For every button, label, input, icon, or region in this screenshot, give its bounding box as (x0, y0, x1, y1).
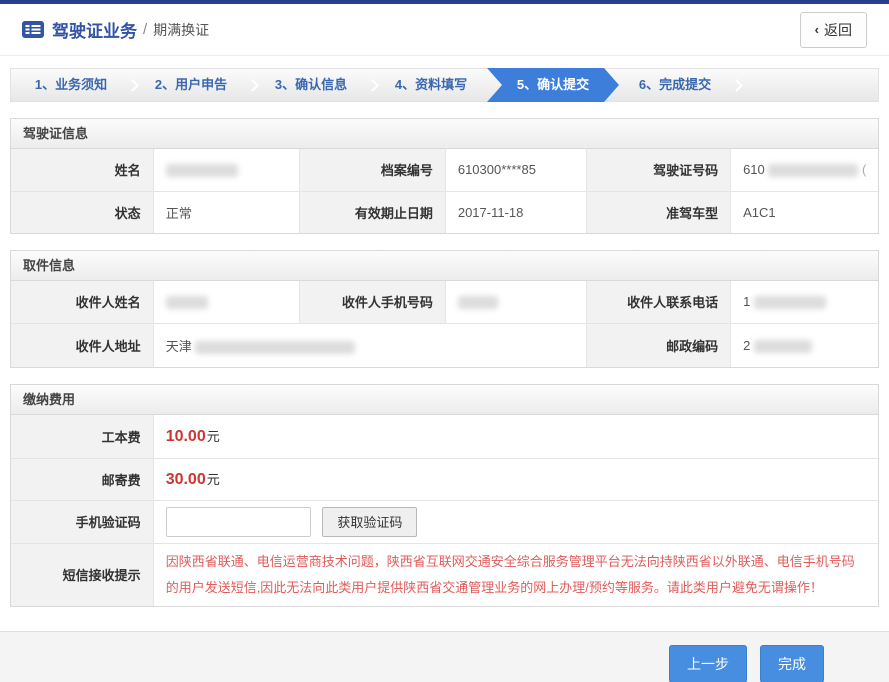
masked-contact-phone (754, 296, 826, 309)
table-row: 短信接收提示 因陕西省联通、电信运营商技术问题，陕西省互联网交通安全综合服务管理… (11, 543, 878, 606)
wizard-step-bar: 1、业务须知 2、用户申告 3、确认信息 4、资料填写 5、确认提交 6、完成提… (10, 68, 879, 102)
sms-code-input[interactable] (166, 507, 311, 537)
address-value: 天津 (153, 323, 586, 367)
back-button[interactable]: ‹ 返回 (800, 12, 867, 48)
license-number-suffix: ( (862, 162, 866, 177)
name-value (153, 149, 300, 191)
pickup-section-title: 取件信息 (11, 251, 878, 281)
license-section-title: 驾驶证信息 (11, 119, 878, 149)
license-number-label: 驾驶证号码 (587, 149, 731, 191)
step-4-fill-data[interactable]: 4、资料填写 (371, 68, 491, 102)
fees-section: 缴纳费用 工本费 10.00元 邮寄费 30.00元 手机验证码 获取验证码 短… (10, 384, 879, 607)
production-fee-value: 10.00元 (153, 415, 878, 458)
step-3-confirm-info[interactable]: 3、确认信息 (251, 68, 371, 102)
table-row: 手机验证码 获取验证码 (11, 500, 878, 543)
postage-fee-label: 邮寄费 (11, 458, 153, 500)
address-prefix: 天津 (166, 339, 192, 354)
page-title: 驾驶证业务 (52, 17, 137, 42)
fees-table: 工本费 10.00元 邮寄费 30.00元 手机验证码 获取验证码 短信接收提示… (11, 415, 878, 606)
pickup-info-table: 收件人姓名 收件人手机号码 收件人联系电话 1 收件人地址 天津 邮政编码 2 (11, 281, 878, 367)
production-fee-amount: 10.00 (166, 428, 206, 445)
status-value: 正常 (153, 191, 300, 233)
get-code-button[interactable]: 获取验证码 (322, 507, 417, 537)
file-number-value: 610300****85 (445, 149, 586, 191)
masked-license-number (768, 164, 858, 177)
recipient-phone-value (445, 281, 586, 323)
license-number-prefix: 610 (743, 162, 765, 177)
license-form-icon (22, 21, 44, 38)
masked-name (166, 164, 238, 177)
sms-note-cell: 因陕西省联通、电信运营商技术问题，陕西省互联网交通安全综合服务管理平台无法向持陕… (153, 543, 878, 606)
fees-section-title: 缴纳费用 (11, 385, 878, 415)
zip-code-label: 邮政编码 (587, 323, 731, 367)
table-row: 姓名 档案编号 610300****85 驾驶证号码 610 ( (11, 149, 878, 191)
status-label: 状态 (11, 191, 153, 233)
step-6-complete-submit[interactable]: 6、完成提交 (615, 68, 735, 102)
page-header: 驾驶证业务 / 期满换证 ‹ 返回 (0, 4, 889, 56)
table-row: 收件人地址 天津 邮政编码 2 (11, 323, 878, 367)
table-row: 收件人姓名 收件人手机号码 收件人联系电话 1 (11, 281, 878, 323)
expiry-date-label: 有效期止日期 (300, 191, 446, 233)
breadcrumb-separator: / (143, 21, 147, 38)
file-number-label: 档案编号 (300, 149, 446, 191)
masked-recipient-name (166, 296, 208, 309)
name-label: 姓名 (11, 149, 153, 191)
sms-code-label: 手机验证码 (11, 500, 153, 543)
zip-code-value: 2 (731, 323, 878, 367)
expiry-date-value: 2017-11-18 (445, 191, 586, 233)
address-label: 收件人地址 (11, 323, 153, 367)
masked-zip-code (754, 340, 812, 353)
recipient-phone-label: 收件人手机号码 (300, 281, 446, 323)
finish-button[interactable]: 完成 (760, 645, 824, 682)
zip-code-prefix: 2 (743, 338, 750, 353)
currency-unit: 元 (207, 429, 220, 444)
table-row: 状态 正常 有效期止日期 2017-11-18 准驾车型 A1C1 (11, 191, 878, 233)
recipient-name-value (153, 281, 300, 323)
license-info-table: 姓名 档案编号 610300****85 驾驶证号码 610 ( 状态 正常 有… (11, 149, 878, 233)
step-1-notice[interactable]: 1、业务须知 (11, 68, 131, 102)
contact-phone-value: 1 (731, 281, 878, 323)
postage-fee-value: 30.00元 (153, 458, 878, 500)
currency-unit: 元 (207, 472, 220, 487)
back-chevron-icon: ‹ (815, 22, 819, 37)
contact-phone-label: 收件人联系电话 (587, 281, 731, 323)
masked-address (195, 341, 355, 354)
sms-note-text: 因陕西省联通、电信运营商技术问题，陕西省互联网交通安全综合服务管理平台无法向持陕… (166, 544, 878, 606)
recipient-name-label: 收件人姓名 (11, 281, 153, 323)
step-5-confirm-submit-active[interactable]: 5、确认提交 (487, 68, 619, 102)
sms-note-label: 短信接收提示 (11, 543, 153, 606)
postage-fee-amount: 30.00 (166, 471, 206, 488)
footer-action-bar: 上一步 完成 (0, 631, 889, 682)
masked-recipient-phone (458, 296, 498, 309)
table-row: 工本费 10.00元 (11, 415, 878, 458)
previous-step-button[interactable]: 上一步 (669, 645, 747, 682)
back-button-label: 返回 (824, 20, 852, 40)
pickup-info-section: 取件信息 收件人姓名 收件人手机号码 收件人联系电话 1 收件人地址 天津 邮政… (10, 250, 879, 368)
breadcrumb-subtitle: 期满换证 (153, 20, 209, 40)
license-info-section: 驾驶证信息 姓名 档案编号 610300****85 驾驶证号码 610 ( 状… (10, 118, 879, 234)
production-fee-label: 工本费 (11, 415, 153, 458)
table-row: 邮寄费 30.00元 (11, 458, 878, 500)
vehicle-class-value: A1C1 (731, 191, 878, 233)
sms-code-cell: 获取验证码 (153, 500, 878, 543)
step-2-declaration[interactable]: 2、用户申告 (131, 68, 251, 102)
vehicle-class-label: 准驾车型 (587, 191, 731, 233)
contact-phone-prefix: 1 (743, 294, 750, 309)
license-number-value: 610 ( (731, 149, 878, 191)
